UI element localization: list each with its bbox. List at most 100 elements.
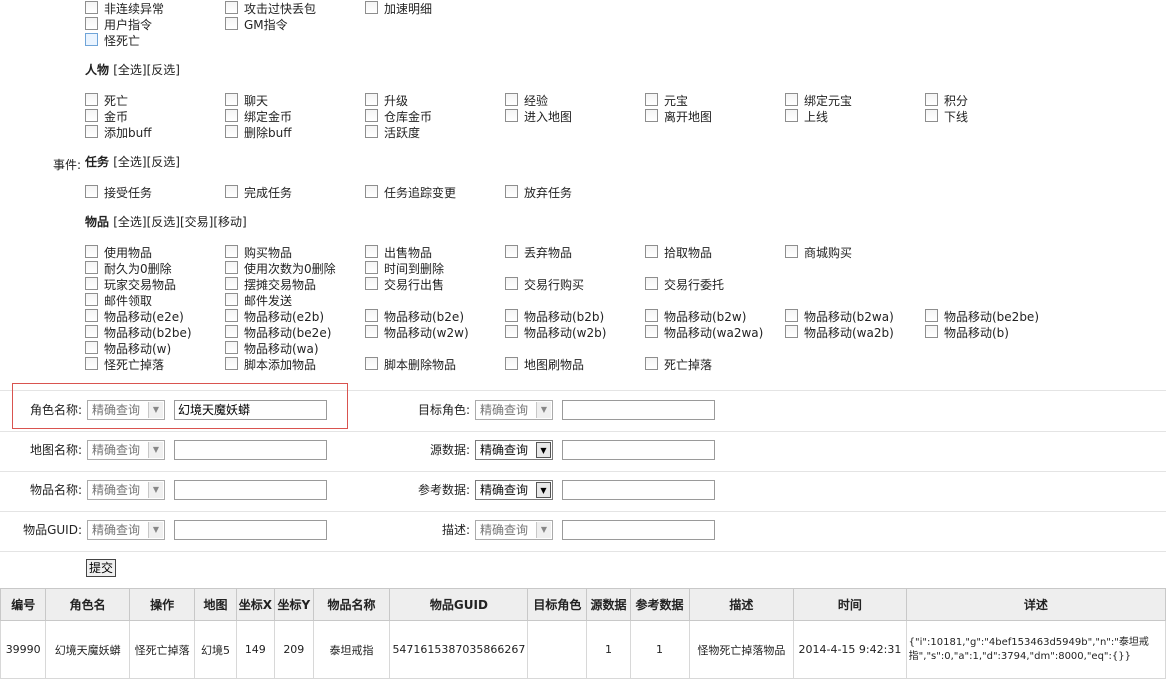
event-checkbox[interactable] (85, 325, 98, 338)
submit-button[interactable]: 提交 (86, 559, 117, 577)
checkbox-speedup-detail[interactable] (365, 1, 378, 14)
role-name-mode-select[interactable]: 精确查询 ▼ (87, 400, 165, 420)
event-checkbox[interactable] (225, 325, 238, 338)
event-checkbox[interactable] (645, 309, 658, 322)
checkbox-monster-death[interactable] (85, 33, 98, 46)
event-checkbox[interactable] (225, 245, 238, 258)
event-checkbox[interactable] (645, 109, 658, 122)
desc-input[interactable] (562, 520, 715, 540)
map-name-mode-select[interactable]: 精确查询 ▼ (87, 440, 165, 460)
event-checkbox[interactable] (925, 109, 938, 122)
event-checkbox[interactable] (505, 109, 518, 122)
event-checkbox[interactable] (225, 109, 238, 122)
event-checkbox[interactable] (365, 93, 378, 106)
item-name-mode-select[interactable]: 精确查询 ▼ (87, 480, 165, 500)
event-checkbox[interactable] (925, 309, 938, 322)
event-checkbox[interactable] (365, 109, 378, 122)
event-checkbox[interactable] (225, 341, 238, 354)
table-row: 39990 幻境天魔妖蟒 怪死亡掉落 幻境5 149 209 泰坦戒指 54716153870… (0, 620, 1166, 679)
map-name-input[interactable] (174, 440, 327, 460)
event-checkbox[interactable] (85, 357, 98, 370)
ref-data-mode-select[interactable]: 精确查询 ▼ (475, 480, 553, 500)
target-role-input[interactable] (562, 400, 715, 420)
table-cell (527, 620, 588, 679)
column-header: 物品GUID (389, 588, 529, 621)
event-checkbox[interactable] (85, 277, 98, 290)
event-checkbox[interactable] (505, 185, 518, 198)
event-checkbox[interactable] (645, 357, 658, 370)
select-all-link[interactable]: [全选] (113, 215, 146, 229)
event-checkbox[interactable] (505, 93, 518, 106)
event-checkbox[interactable] (365, 277, 378, 290)
event-checkbox[interactable] (785, 109, 798, 122)
event-checkbox[interactable] (365, 357, 378, 370)
event-checkbox[interactable] (505, 277, 518, 290)
role-name-mode-value: 精确查询 (92, 403, 141, 417)
event-checkbox[interactable] (225, 125, 238, 138)
checkbox-attack-too-fast[interactable] (225, 1, 238, 14)
event-checkbox[interactable] (645, 93, 658, 106)
source-data-mode-select[interactable]: 精确查询 ▼ (475, 440, 553, 460)
event-checkbox[interactable] (85, 309, 98, 322)
event-checkbox[interactable] (505, 325, 518, 338)
checkbox-user-command[interactable] (85, 17, 98, 30)
label-gm-command: GM指令 (244, 18, 288, 32)
event-checkbox[interactable] (225, 185, 238, 198)
event-checkbox[interactable] (505, 357, 518, 370)
event-checkbox[interactable] (85, 109, 98, 122)
event-checkbox[interactable] (365, 309, 378, 322)
event-checkbox[interactable] (645, 245, 658, 258)
event-checkbox[interactable] (785, 309, 798, 322)
event-checkbox[interactable] (505, 309, 518, 322)
checkbox-gm-command[interactable] (225, 17, 238, 30)
role-name-input[interactable]: 幻境天魔妖蟒 (174, 400, 327, 420)
select-all-link[interactable]: [全选] (113, 155, 146, 169)
event-checkbox-label: 物品移动(b) (944, 326, 1009, 340)
event-checkbox[interactable] (365, 185, 378, 198)
target-role-mode-select[interactable]: 精确查询 ▼ (475, 400, 553, 420)
move-link[interactable]: [移动] (213, 215, 246, 229)
select-all-link[interactable]: [全选] (113, 63, 146, 77)
item-name-input[interactable] (174, 480, 327, 500)
event-checkbox[interactable] (645, 277, 658, 290)
event-checkbox[interactable] (365, 325, 378, 338)
trade-link[interactable]: [交易] (180, 215, 213, 229)
event-checkbox[interactable] (925, 93, 938, 106)
event-checkbox[interactable] (85, 245, 98, 258)
invert-select-link[interactable]: [反选] (147, 215, 180, 229)
event-checkbox[interactable] (365, 245, 378, 258)
event-checkbox[interactable] (85, 93, 98, 106)
event-checkbox[interactable] (365, 125, 378, 138)
chevron-down-icon: ▼ (148, 402, 163, 418)
event-checkbox[interactable] (85, 125, 98, 138)
event-checkbox[interactable] (785, 245, 798, 258)
item-guid-mode-select[interactable]: 精确查询 ▼ (87, 520, 165, 540)
event-checkbox[interactable] (365, 261, 378, 274)
event-checkbox[interactable] (85, 185, 98, 198)
event-checkbox[interactable] (225, 293, 238, 306)
event-checkbox-label: 物品移动(w2w) (384, 326, 469, 340)
event-checkbox-label: 出售物品 (384, 246, 433, 260)
event-checkbox[interactable] (225, 357, 238, 370)
event-checkbox[interactable] (785, 93, 798, 106)
event-checkbox[interactable] (225, 261, 238, 274)
desc-mode-select[interactable]: 精确查询 ▼ (475, 520, 553, 540)
invert-select-link[interactable]: [反选] (147, 155, 180, 169)
chevron-down-icon: ▼ (536, 442, 551, 458)
item-guid-input[interactable] (174, 520, 327, 540)
event-checkbox[interactable] (225, 309, 238, 322)
event-checkbox[interactable] (505, 245, 518, 258)
event-checkbox[interactable] (225, 277, 238, 290)
event-checkbox[interactable] (225, 93, 238, 106)
event-checkbox[interactable] (85, 341, 98, 354)
event-checkbox[interactable] (85, 261, 98, 274)
source-data-input[interactable] (562, 440, 715, 460)
column-header: 描述 (688, 588, 795, 621)
event-checkbox[interactable] (645, 325, 658, 338)
event-checkbox[interactable] (85, 293, 98, 306)
event-checkbox[interactable] (785, 325, 798, 338)
event-checkbox[interactable] (925, 325, 938, 338)
checkbox-nonconsecutive-anomaly[interactable] (85, 1, 98, 14)
ref-data-input[interactable] (562, 480, 715, 500)
invert-select-link[interactable]: [反选] (147, 63, 180, 77)
